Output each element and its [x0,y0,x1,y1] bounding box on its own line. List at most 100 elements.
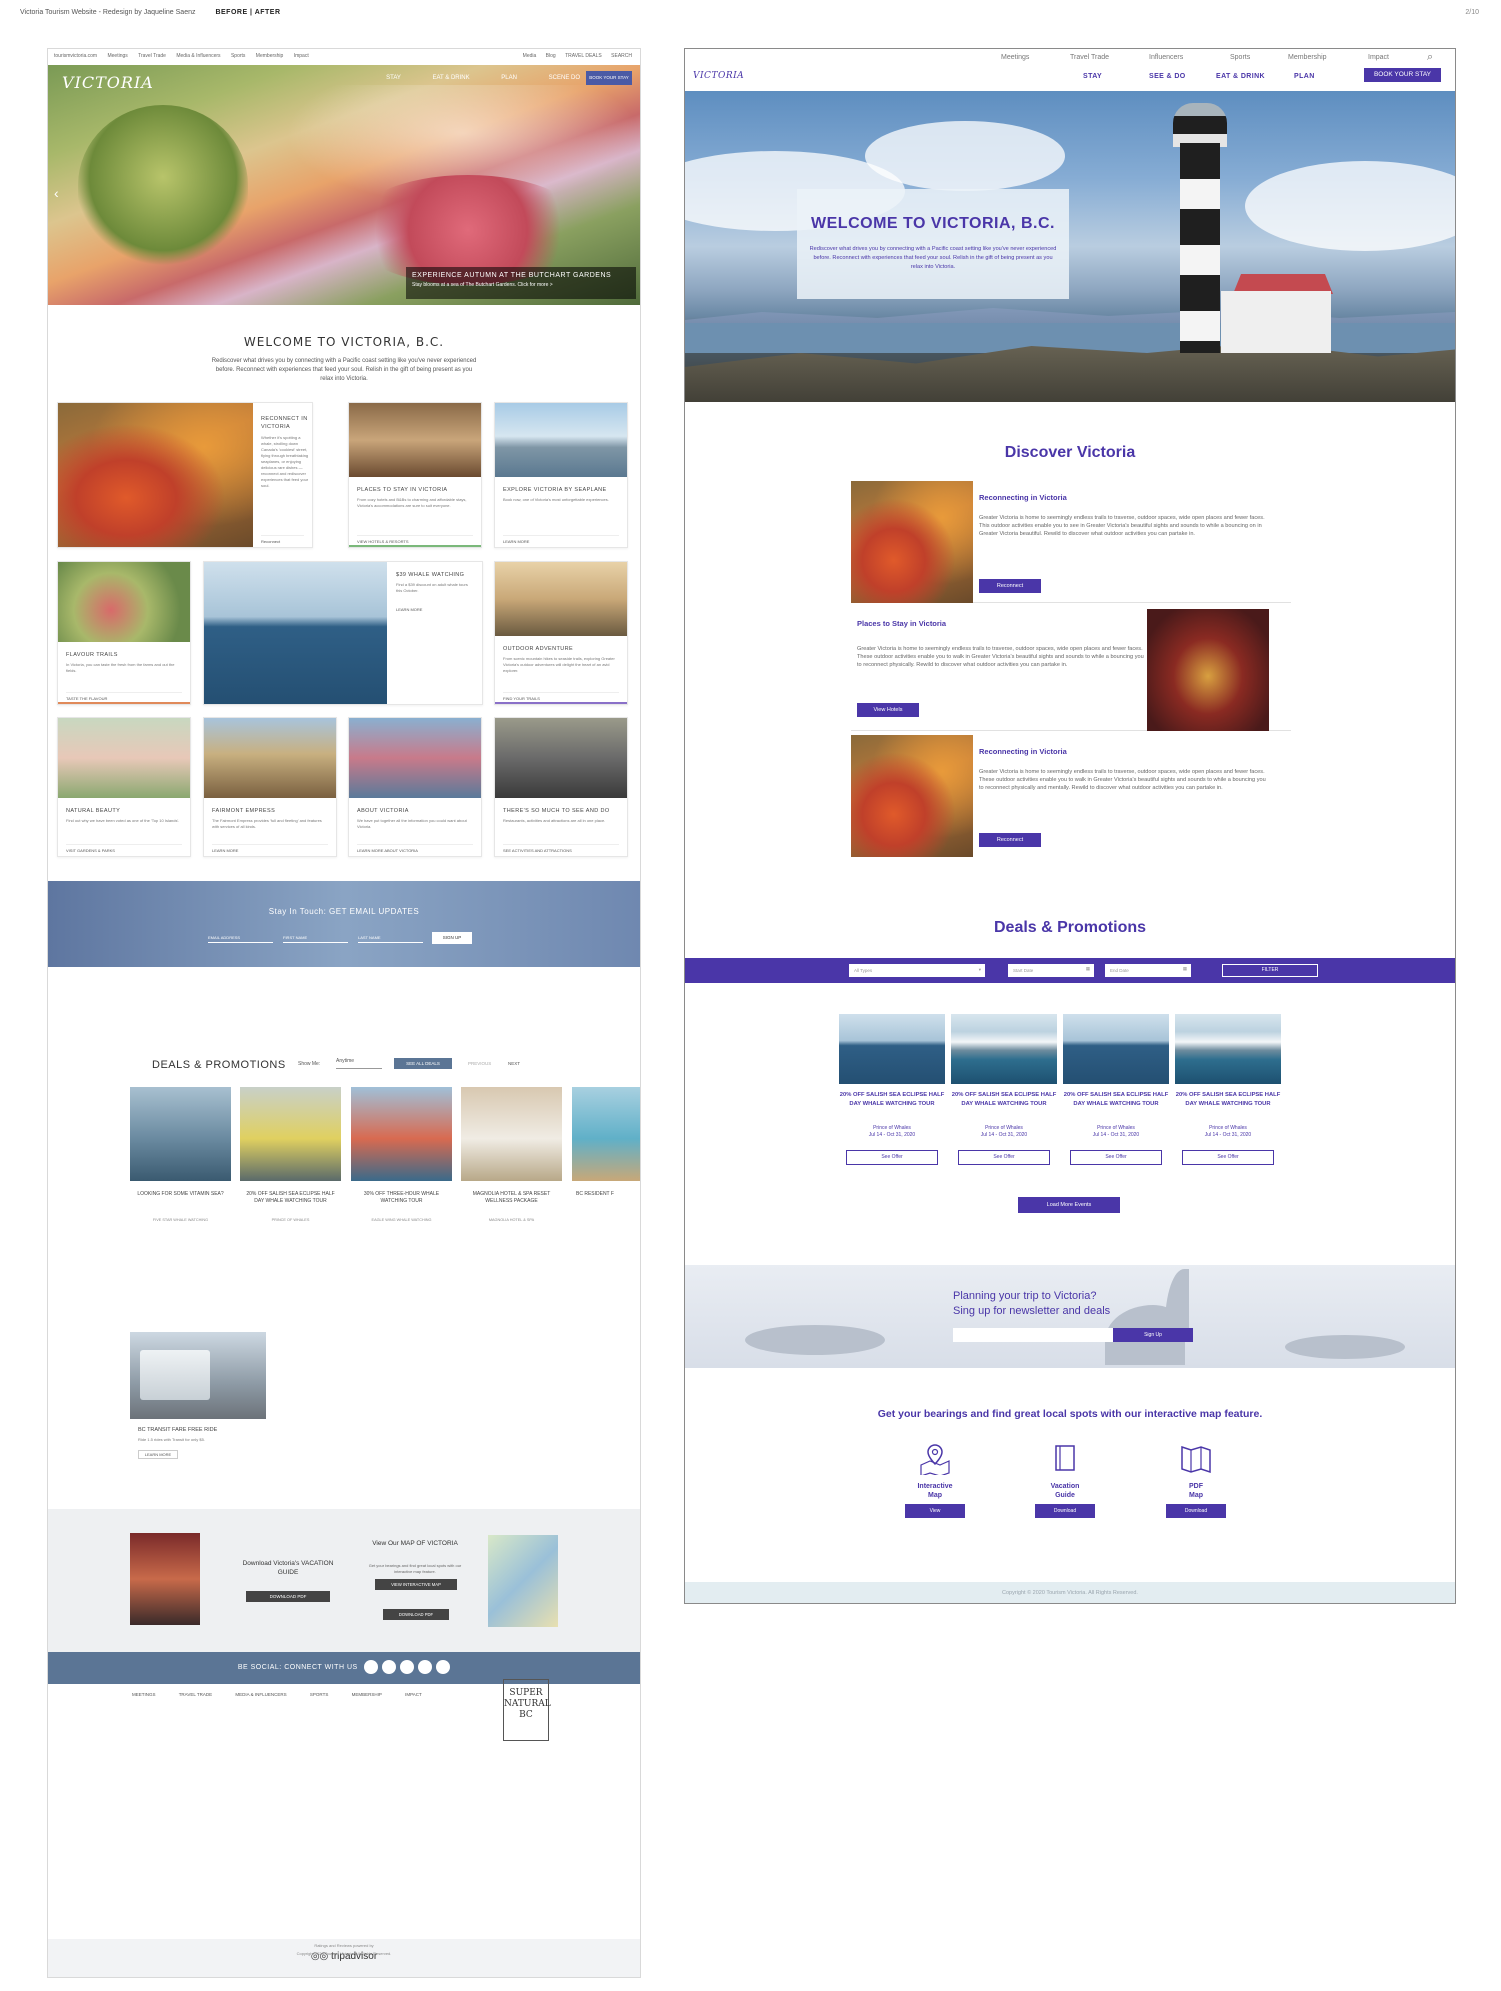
email-field[interactable]: EMAIL ADDRESS [208,935,273,943]
after-deal-card[interactable]: 20% OFF SALISH SEA ECLIPSE HALF DAY WHAL… [1175,1014,1281,1174]
map-thumbnail[interactable] [488,1535,558,1627]
facebook-icon[interactable] [364,1660,379,1675]
deals-anytime-select[interactable]: Anytime [336,1058,382,1069]
see-all-deals-button[interactable]: SEE ALL DEALS [394,1058,452,1069]
see-offer-button[interactable]: See Offer [958,1150,1050,1165]
util-link[interactable]: Travel Trade [138,53,166,59]
footer-link[interactable]: SPORTS [310,1692,328,1697]
card-about-victoria[interactable]: ABOUT VICTORIA We have put together all … [348,717,482,857]
card-flavour-trails[interactable]: FLAVOUR TRAILS In Victoria, you can tast… [57,561,191,705]
after-deal-card[interactable]: 20% OFF SALISH SEA ECLIPSE HALF DAY WHAL… [1063,1014,1169,1174]
search-link[interactable]: SEARCH [611,53,632,59]
youtube-icon[interactable] [436,1660,451,1675]
before-logo[interactable]: VICTORIA [62,73,154,92]
footer-link[interactable]: MEDIA & INFLUENCERS [235,1692,286,1697]
nav-plan[interactable]: PLAN [1294,73,1315,80]
newsletter-email-input[interactable] [953,1328,1113,1342]
before-deal-card[interactable]: LOOKING FOR SOME VITAMIN SEA? FIVE STAR … [130,1087,231,1273]
before-deal-card[interactable]: 30% OFF THREE-HOUR WHALE WATCHING TOUR E… [351,1087,452,1273]
pinterest-icon[interactable] [418,1660,433,1675]
deal-image [839,1014,945,1084]
load-more-button[interactable]: Load More Events [1018,1197,1120,1213]
util-link[interactable]: Sports [1230,54,1250,61]
util-link[interactable]: Membership [1288,54,1327,61]
card-natural-beauty[interactable]: NATURAL BEAUTY Find out why we have been… [57,717,191,857]
deals-next[interactable]: NEXT [508,1061,520,1066]
after-deal-card[interactable]: 20% OFF SALISH SEA ECLIPSE HALF DAY WHAL… [839,1014,945,1174]
carousel-prev-icon[interactable]: ‹ [54,185,59,201]
view-hotels-button[interactable]: View Hotels [857,703,919,717]
util-link[interactable]: Media & Influencers [176,53,220,59]
util-right-link[interactable]: Media [523,53,537,59]
discover-title: Discover Victoria [1004,444,1136,461]
util-link[interactable]: Meetings [107,53,127,59]
card-so-much-to-do[interactable]: THERE'S SO MUCH TO SEE AND DO Restaurant… [494,717,628,857]
reconnect-button[interactable]: Reconnect [979,833,1041,847]
view-map-button[interactable]: View [905,1504,965,1518]
see-offer-button[interactable]: See Offer [1070,1150,1162,1165]
map-heading: Get your bearings and find great local s… [877,1408,1263,1420]
email-signup-button[interactable]: SIGN UP [432,932,472,944]
util-link[interactable]: tourismvictoria.com [54,53,97,59]
deal-image [1175,1014,1281,1084]
last-name-field[interactable]: LAST NAME [358,935,423,943]
card-places-to-stay[interactable]: PLACES TO STAY IN VICTORIA From cozy hot… [348,402,482,548]
nav-see-do[interactable]: SEE & DO [1149,73,1186,80]
util-right-link[interactable]: Blog [546,53,556,59]
view-map-button[interactable]: VIEW INTERACTIVE MAP [375,1579,457,1590]
reconnect-button[interactable]: Reconnect [979,579,1041,593]
after-logo[interactable]: VICTORIA [693,71,744,81]
card-whale-watching[interactable]: $39 WHALE WATCHING Find a $39 discount o… [203,561,483,705]
after-deal-card[interactable]: 20% OFF SALISH SEA ECLIPSE HALF DAY WHAL… [951,1014,1057,1174]
before-book-button[interactable]: BOOK YOUR STAY [586,71,632,85]
util-link[interactable]: Sports [231,53,245,59]
before-main-nav: STAY EAT & DRINK PLAN SCENE DO [356,75,580,81]
hero-caption[interactable]: EXPERIENCE AUTUMN AT THE BUTCHART GARDEN… [406,267,636,299]
nav-stay[interactable]: STAY [1083,73,1102,80]
util-link[interactable]: Impact [1368,54,1389,61]
util-link[interactable]: Travel Trade [1070,54,1109,61]
util-link[interactable]: Impact [294,53,309,59]
before-deal-card[interactable]: BC RESIDENT F [572,1087,640,1273]
see-offer-button[interactable]: See Offer [1182,1150,1274,1165]
newsletter-signup-button[interactable]: Sign Up [1113,1328,1193,1342]
footer-link[interactable]: MEETINGS [132,1692,156,1697]
footer-link[interactable]: IMPACT [405,1692,422,1697]
download-guide-button[interactable]: Download [1035,1504,1095,1518]
download-pdf-map-button[interactable]: Download [1166,1504,1226,1518]
nav-item[interactable]: PLAN [501,75,517,81]
instagram-icon[interactable] [400,1660,415,1675]
after-book-button[interactable]: BOOK YOUR STAY [1364,68,1441,82]
download-map-button[interactable]: DOWNLOAD PDF [383,1609,449,1620]
guide-download-button[interactable]: DOWNLOAD PDF [246,1591,330,1602]
filter-button[interactable]: FILTER [1222,964,1318,977]
footer-link[interactable]: MEMBERSHIP [352,1692,382,1697]
card-seaplane[interactable]: EXPLORE VICTORIA BY SEAPLANE Book now, o… [494,402,628,548]
card-fairmont-empress[interactable]: FAIRMONT EMPRESS The Fairmont Empress pr… [203,717,337,857]
before-deal-card[interactable]: 20% OFF SALISH SEA ECLIPSE HALF DAY WHAL… [240,1087,341,1273]
util-link[interactable]: Influencers [1149,54,1183,61]
util-link[interactable]: Meetings [1001,54,1029,61]
category-select[interactable]: All Types ▾ [849,964,985,977]
row-image [851,481,973,603]
twitter-icon[interactable] [382,1660,397,1675]
card-outdoor-adventure[interactable]: OUTDOOR ADVENTURE From scenic mountain h… [494,561,628,705]
nav-item[interactable]: EAT & DRINK [433,75,470,81]
nav-eat-drink[interactable]: EAT & DRINK [1216,73,1265,80]
first-name-field[interactable]: FIRST NAME [283,935,348,943]
util-right-link[interactable]: TRAVEL DEALS [565,53,602,59]
util-link[interactable]: Membership [256,53,284,59]
bus-learn-more[interactable]: LEARN MORE [138,1450,178,1459]
search-icon[interactable]: ⌕ [1427,51,1433,64]
end-date-field[interactable]: End Date ▦ [1105,964,1191,977]
before-utility-bar: tourismvictoria.com Meetings Travel Trad… [48,49,640,65]
nav-item[interactable]: SCENE DO [549,75,580,81]
page-caption: Victoria Tourism Website - Redesign by J… [20,9,281,16]
deals-prev[interactable]: PREVIOUS [468,1061,491,1066]
footer-link[interactable]: TRAVEL TRADE [179,1692,212,1697]
card-reconnect[interactable]: RECONNECT IN VICTORIA Whether it's spott… [57,402,313,548]
nav-item[interactable]: STAY [386,75,401,81]
start-date-field[interactable]: Start Date ▦ [1008,964,1094,977]
see-offer-button[interactable]: See Offer [846,1150,938,1165]
before-deal-card[interactable]: MAGNOLIA HOTEL & SPA RESET WELLNESS PACK… [461,1087,562,1273]
